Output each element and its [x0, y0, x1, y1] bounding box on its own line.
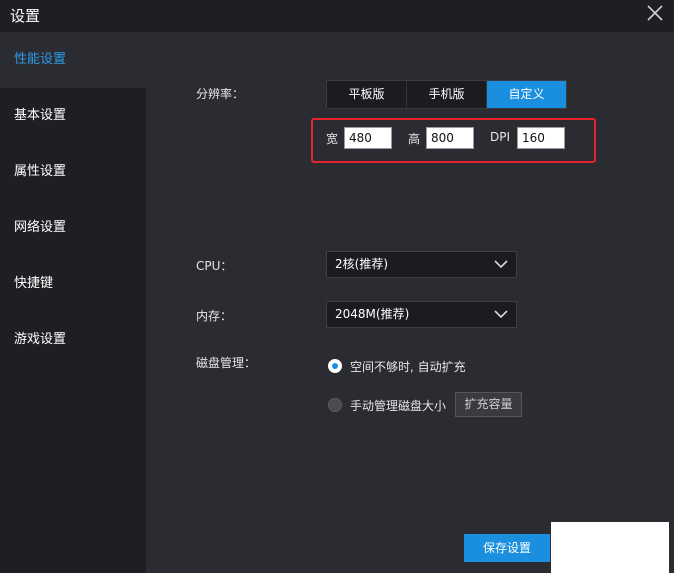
disk-manual-radio[interactable] [328, 398, 342, 412]
resolution-label: 分辨率： [196, 87, 245, 101]
memory-label: 内存： [196, 309, 233, 323]
sidebar-item-shortcuts[interactable]: 快捷键 [0, 256, 146, 312]
close-icon [647, 5, 663, 21]
resolution-mode-toggle: 平板版 手机版 自定义 [326, 80, 567, 109]
resolution-tablet-button[interactable]: 平板版 [327, 81, 407, 108]
height-input[interactable] [426, 127, 474, 149]
dpi-label: DPI [490, 130, 511, 144]
height-label: 高 [408, 132, 421, 146]
width-input[interactable] [344, 127, 392, 149]
sidebar-item-properties[interactable]: 属性设置 [0, 144, 146, 200]
disk-auto-label: 空间不够时, 自动扩充 [350, 360, 466, 374]
disk-management-label: 磁盘管理： [196, 356, 257, 370]
sidebar-item-performance[interactable]: 性能设置 [0, 32, 146, 88]
expand-capacity-button[interactable]: 扩充容量 [455, 392, 522, 417]
resolution-phone-button[interactable]: 手机版 [407, 81, 487, 108]
dpi-input[interactable] [517, 127, 565, 149]
window-title: 设置 [10, 7, 41, 25]
cpu-select[interactable]: 2核(推荐) [326, 251, 517, 278]
sidebar-item-game[interactable]: 游戏设置 [0, 312, 146, 368]
title-bar: 设置 [0, 0, 674, 32]
memory-select[interactable]: 2048M(推荐) [326, 301, 517, 328]
sidebar: 性能设置 基本设置 属性设置 网络设置 快捷键 游戏设置 [0, 32, 146, 573]
sidebar-item-basic[interactable]: 基本设置 [0, 88, 146, 144]
disk-manual-label: 手动管理磁盘大小 [350, 399, 447, 413]
chevron-down-icon [494, 260, 508, 269]
settings-panel: 分辨率： 平板版 手机版 自定义 宽 高 DPI CPU： 2核(推荐) 内存：… [146, 32, 674, 573]
close-button[interactable] [644, 2, 666, 24]
resolution-custom-button[interactable]: 自定义 [487, 81, 566, 108]
save-button[interactable]: 保存设置 [464, 534, 550, 562]
sidebar-item-network[interactable]: 网络设置 [0, 200, 146, 256]
memory-select-value: 2048M(推荐) [335, 307, 410, 321]
width-label: 宽 [326, 132, 339, 146]
blank-overlay [551, 522, 669, 573]
cpu-label: CPU： [196, 259, 233, 273]
chevron-down-icon [494, 310, 508, 319]
disk-auto-radio[interactable] [328, 359, 342, 373]
cpu-select-value: 2核(推荐) [335, 257, 388, 271]
